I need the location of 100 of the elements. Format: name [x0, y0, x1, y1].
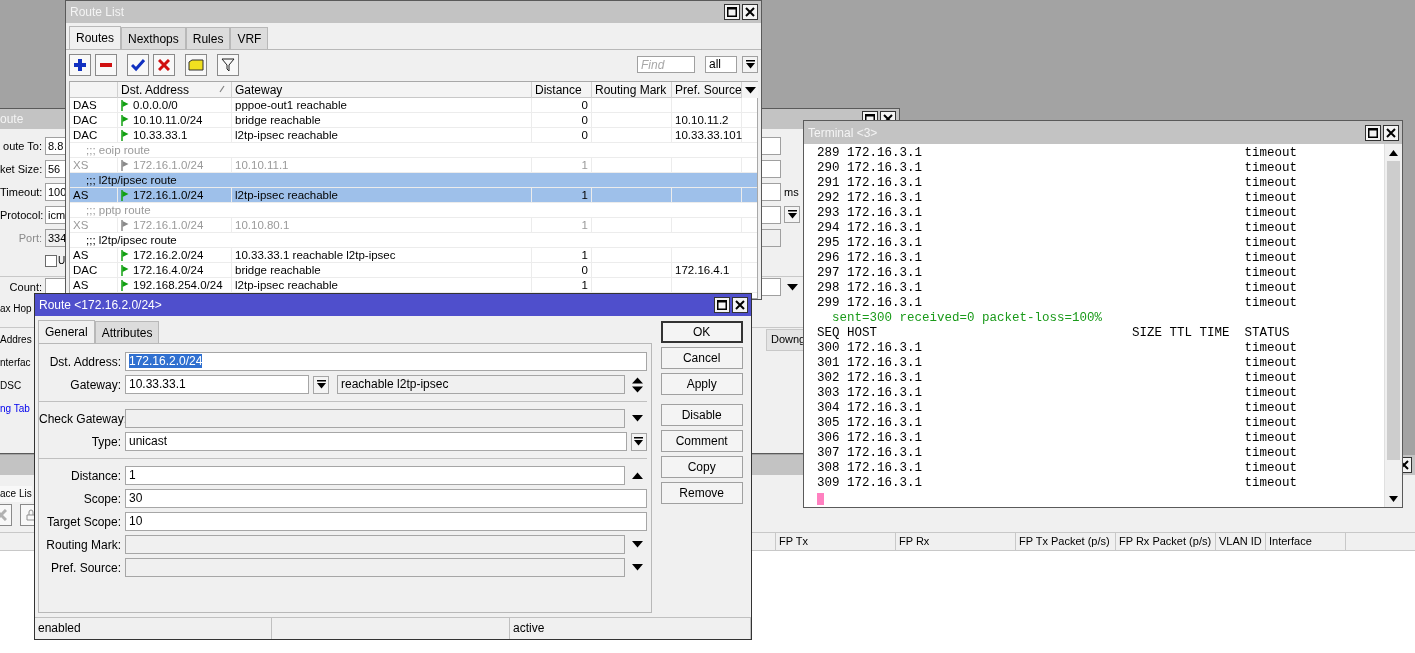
text-field[interactable]: 172.16.2.0/24	[125, 352, 647, 371]
maximize-button[interactable]	[724, 4, 740, 20]
table-row[interactable]: AS 172.16.1.0/24 l2tp-ipsec reachable 1	[70, 188, 757, 203]
dropdown-button[interactable]	[313, 375, 329, 394]
status-text: timeout	[1244, 176, 1299, 191]
host-address: 172.16.3.1	[847, 221, 923, 236]
column-header[interactable]: FP Tx	[776, 533, 896, 550]
host-address: 172.16.3.1	[847, 251, 923, 266]
text-field[interactable]	[125, 409, 625, 428]
table-row[interactable]: DAC 10.33.33.1 l2tp-ipsec reachable 0 10.33.33.101	[70, 128, 757, 143]
tab[interactable]: General	[38, 320, 95, 343]
tab[interactable]: Nexthops	[121, 27, 186, 49]
sequence-number: 294	[817, 221, 841, 236]
comment-button[interactable]	[185, 53, 207, 76]
window-title: Route <172.16.2.0/24>	[39, 298, 162, 312]
host-address: 172.16.3.1	[847, 146, 923, 161]
sequence-number: 297	[817, 266, 841, 281]
field-label: Port:	[17, 231, 43, 244]
text-field[interactable]	[125, 535, 625, 554]
host-address: 172.16.3.1	[847, 281, 923, 296]
sequence-number: 299	[817, 296, 841, 311]
enable-button[interactable]	[127, 53, 149, 76]
tab[interactable]: ace Lis	[0, 486, 32, 502]
dropdown-button[interactable]	[630, 432, 647, 451]
summary-line: sent=300 received=0 packet-loss=100%	[832, 311, 1103, 325]
table-row[interactable]: DAC 10.10.11.0/24 bridge reachable 0 10.10.11.2	[70, 113, 757, 128]
host-address: 172.16.3.1	[847, 476, 923, 491]
text-field[interactable]: 1	[125, 466, 625, 485]
table-row[interactable]: AS 172.16.2.0/24 10.33.33.1 reachable l2tp-ipsec 1	[70, 248, 757, 263]
column-header[interactable]: FP Rx Packet (p/s)	[1116, 533, 1216, 550]
column-header: SIZE	[1132, 326, 1164, 341]
field-label: Scope:	[82, 491, 121, 506]
field-label: Gateway:	[69, 377, 121, 392]
column-header[interactable]: FP Tx Packet (p/s)	[1016, 533, 1116, 550]
dialog-button[interactable]: Apply	[660, 373, 743, 395]
title-bar[interactable]: Route <172.16.2.0/24>	[35, 294, 751, 316]
dialog-button[interactable]: OK	[660, 321, 743, 343]
comment-row[interactable]: ;;; l2tp/ipsec route	[70, 233, 757, 248]
tab[interactable]: Rules	[185, 27, 231, 49]
text-field[interactable]: 10	[125, 512, 647, 531]
checkbox[interactable]	[45, 254, 57, 267]
column-header[interactable]: Distance	[532, 82, 592, 98]
close-button[interactable]	[732, 297, 748, 313]
dialog-button[interactable]: Copy	[660, 456, 743, 478]
remove-button[interactable]	[95, 53, 117, 76]
table-cell: bridge reachable	[232, 113, 532, 127]
dropdown-button[interactable]	[742, 56, 758, 73]
column-header[interactable]: Gateway	[232, 82, 532, 98]
scroll-thumb[interactable]	[1387, 161, 1400, 460]
tab[interactable]: Routes	[69, 26, 122, 49]
tab[interactable]: Attributes	[94, 321, 160, 343]
field-label: ket Size:	[0, 162, 44, 175]
text-field[interactable]: 30	[125, 489, 647, 508]
filter-button[interactable]	[217, 53, 239, 76]
table-row[interactable]: DAS 0.0.0.0/0 pppoe-out1 reachable 0	[70, 98, 757, 113]
columns-button[interactable]	[742, 82, 758, 98]
tab[interactable]: VRF	[230, 27, 269, 49]
column-header[interactable]: Dst. Address	[118, 82, 232, 98]
dropdown-button[interactable]	[784, 206, 800, 223]
dialog-button[interactable]: Remove	[660, 482, 743, 504]
maximize-button[interactable]	[714, 297, 730, 313]
column-header: SEQ	[817, 326, 841, 341]
host-address: 172.16.3.1	[847, 431, 923, 446]
flag-icon	[121, 264, 129, 276]
host-address: 172.16.3.1	[847, 296, 923, 311]
find-field[interactable]: Find	[637, 56, 695, 73]
comment-row[interactable]: ;;; l2tp/ipsec route	[70, 173, 757, 188]
column-header[interactable]: VLAN ID	[1216, 533, 1266, 550]
maximize-button[interactable]	[1365, 124, 1381, 141]
close-button[interactable]	[742, 4, 758, 20]
field-label: nterfac	[0, 357, 32, 368]
table-cell: AS	[70, 188, 118, 202]
field-label: Distance:	[69, 468, 121, 483]
dialog-button[interactable]: Cancel	[660, 347, 743, 369]
add-button[interactable]	[69, 53, 91, 76]
field-label: Target Scope:	[45, 514, 121, 529]
column-header[interactable]: Routing Mark	[592, 82, 672, 98]
text-field[interactable]: 10.33.33.1	[125, 375, 309, 394]
status-text: timeout	[1244, 386, 1299, 401]
triangle-down-icon	[632, 541, 644, 548]
table-cell: XS	[70, 158, 118, 172]
arrow-down-icon	[634, 437, 644, 446]
dropdown-field[interactable]: unicast	[125, 432, 627, 451]
field-label: Count:	[8, 281, 43, 293]
arrow-down-icon	[745, 60, 755, 69]
status-text: timeout	[1244, 476, 1299, 491]
disable-button[interactable]	[153, 53, 175, 76]
table-row[interactable]: DAC 172.16.4.0/24 bridge reachable 0 172.16.4.1	[70, 263, 757, 278]
dialog-button[interactable]: Comment	[660, 430, 743, 452]
table-cell: 0	[532, 113, 592, 127]
column-header[interactable]: Interface	[1266, 533, 1346, 550]
scrollbar[interactable]	[1384, 144, 1402, 507]
text-field[interactable]	[125, 558, 625, 577]
field-label: oute To:	[2, 139, 43, 152]
dialog-button[interactable]: Disable	[660, 404, 743, 426]
table-cell: AS	[70, 248, 118, 262]
column-header[interactable]: FP Rx	[896, 533, 1016, 550]
flag-icon	[121, 99, 129, 111]
filter-dropdown[interactable]: all	[705, 56, 737, 73]
close-button[interactable]	[1383, 124, 1399, 141]
